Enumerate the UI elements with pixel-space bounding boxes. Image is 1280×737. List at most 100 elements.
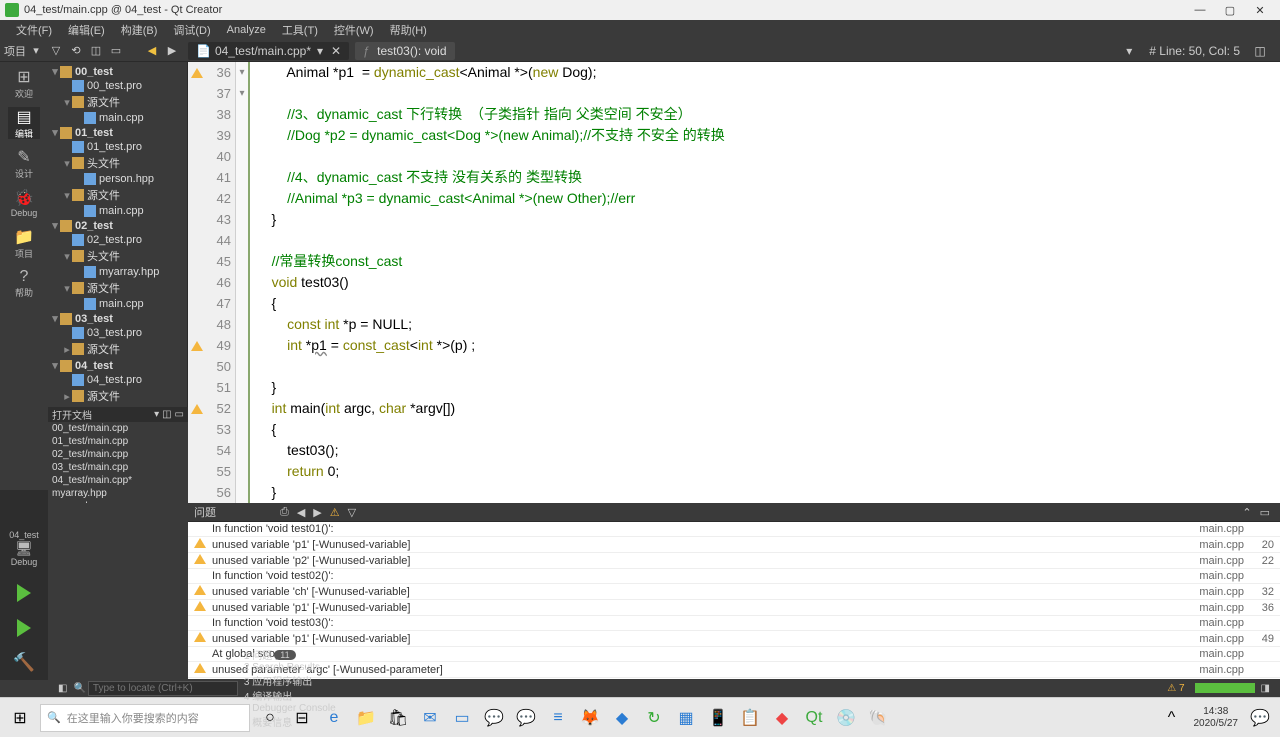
app-icon[interactable]: ◆ (766, 702, 798, 734)
open-docs-list[interactable]: 00_test/main.cpp01_test/main.cpp02_test/… (48, 422, 188, 503)
cortana-icon[interactable]: ○ (254, 702, 286, 734)
mode-编辑[interactable]: ▤编辑 (8, 107, 40, 139)
app-icon[interactable]: ▦ (670, 702, 702, 734)
mode-Debug[interactable]: 🐞Debug (8, 187, 40, 219)
dropdown-icon[interactable]: ▾ (27, 42, 45, 60)
app-icon[interactable]: ▭ (446, 702, 478, 734)
next-issue-icon[interactable]: ▶ (313, 506, 321, 519)
locator-input[interactable] (88, 681, 238, 696)
tree-item[interactable]: ▾源文件 (50, 186, 185, 204)
sync-icon[interactable]: ⟲ (67, 42, 85, 60)
status-tab[interactable]: 1 问题11 (244, 647, 336, 662)
open-doc[interactable]: person.hpp (48, 500, 188, 503)
tree-item[interactable]: myarray.hpp (50, 265, 185, 279)
open-doc[interactable]: 01_test/main.cpp (48, 435, 188, 448)
tree-item[interactable]: ▸源文件 (50, 387, 185, 405)
issue-row[interactable]: In function 'void test03()':main.cpp (188, 616, 1280, 631)
collapse-icon[interactable]: ⌃ (1242, 506, 1251, 519)
menu-item[interactable]: 构建(B) (113, 22, 166, 38)
issue-row[interactable]: unused variable 'ch' [-Wunused-variable]… (188, 584, 1280, 600)
notifications-icon[interactable]: 💬 (1244, 702, 1276, 734)
app-icon[interactable]: ↻ (638, 702, 670, 734)
warning-icon[interactable] (191, 404, 203, 414)
maximize-button[interactable]: ▢ (1215, 4, 1245, 17)
qtcreator-icon[interactable]: Qt (798, 702, 830, 734)
tree-item[interactable]: ▸源文件 (50, 340, 185, 358)
issues-tab[interactable]: 问题 (194, 504, 216, 520)
code-area[interactable]: Animal *p1 = dynamic_cast<Animal *>(new … (250, 62, 1280, 503)
project-tree[interactable]: ▾00_test00_test.pro▾源文件main.cpp▾01_test0… (48, 62, 187, 407)
issue-row[interactable]: In function 'void test02()':main.cpp (188, 569, 1280, 584)
nav-back-icon[interactable]: ◀ (143, 42, 161, 60)
minimize-button[interactable]: — (1185, 4, 1215, 16)
close-button[interactable]: ✕ (1245, 4, 1275, 17)
prev-issue-icon[interactable]: ◀ (297, 506, 305, 519)
fold-column[interactable]: ▾▾ (236, 62, 250, 503)
issue-row[interactable]: In function 'void test01()':main.cpp (188, 522, 1280, 537)
start-button[interactable]: ⊞ (4, 702, 36, 734)
filter-warn-icon[interactable]: ⚠ (330, 506, 340, 519)
menu-item[interactable]: 工具(T) (274, 22, 326, 38)
firefox-icon[interactable]: 🦊 (574, 702, 606, 734)
issues-panel[interactable]: In function 'void test01()':main.cpp unus… (188, 521, 1280, 679)
open-doc[interactable]: 04_test/main.cpp* (48, 474, 188, 487)
warning-icon[interactable] (191, 68, 203, 78)
status-tab[interactable]: 3 应用程序输出 (244, 673, 336, 688)
filter-icon[interactable]: ▽ (47, 42, 65, 60)
menu-item[interactable]: 帮助(H) (382, 22, 435, 38)
toolbar-menu-icon[interactable]: ▾ (1120, 42, 1138, 60)
warning-count[interactable]: ⚠ 7 (1167, 683, 1184, 694)
dropdown-icon[interactable]: ▾ (154, 409, 159, 420)
nav-forward-icon[interactable]: ▶ (163, 42, 181, 60)
store-icon[interactable]: 🛍 (382, 702, 414, 734)
tree-item[interactable]: 01_test.pro (50, 140, 185, 154)
tray-expand-icon[interactable]: ^ (1156, 702, 1188, 734)
file-tab-close-icon[interactable]: ✕ (331, 44, 341, 58)
mode-帮助[interactable]: ?帮助 (8, 267, 40, 299)
menu-item[interactable]: 调试(D) (165, 22, 218, 38)
tree-item[interactable]: person.hpp (50, 172, 185, 186)
symbol-breadcrumb[interactable]: ƒ test03(): void (355, 42, 454, 60)
open-doc[interactable]: 03_test/main.cpp (48, 461, 188, 474)
menu-item[interactable]: 文件(F) (8, 22, 60, 38)
tree-item[interactable]: ▾04_test (50, 358, 185, 373)
mode-项目[interactable]: 📁项目 (8, 227, 40, 259)
task-view-icon[interactable]: ⊟ (286, 702, 318, 734)
mode-欢迎[interactable]: ⊞欢迎 (8, 67, 40, 99)
project-combo[interactable]: 项目 (4, 43, 26, 59)
issue-row[interactable]: unused variable 'p1' [-Wunused-variable]… (188, 600, 1280, 616)
tree-item[interactable]: ▾头文件 (50, 247, 185, 265)
issue-row[interactable]: unused parameter 'argc' [-Wunused-parame… (188, 662, 1280, 678)
open-doc[interactable]: 02_test/main.cpp (48, 448, 188, 461)
open-doc[interactable]: 00_test/main.cpp (48, 422, 188, 435)
build-button[interactable]: 🔨 (10, 649, 38, 676)
app-icon[interactable]: ◆ (606, 702, 638, 734)
open-doc[interactable]: myarray.hpp (48, 487, 188, 500)
tree-item[interactable]: ▾03_test (50, 311, 185, 326)
app-icon[interactable]: 💿 (830, 702, 862, 734)
explorer-icon[interactable]: 📁 (350, 702, 382, 734)
issue-row[interactable]: unused variable 'p2' [-Wunused-variable]… (188, 553, 1280, 569)
clear-icon[interactable]: ⎙ (280, 506, 289, 519)
line-gutter[interactable]: 3637383940414243444546474849505152535455… (206, 62, 236, 503)
run-target[interactable]: 04_test 🖥 Debug (9, 530, 39, 567)
taskbar-search[interactable]: 🔍 在这里输入你要搜索的内容 (40, 704, 250, 732)
menu-item[interactable]: Analyze (219, 24, 274, 36)
file-dropdown-icon[interactable]: ▾ (317, 44, 323, 58)
warning-icon[interactable] (191, 341, 203, 351)
split-icon[interactable]: ◫ (87, 42, 105, 60)
run-button[interactable] (10, 579, 38, 606)
menu-item[interactable]: 编辑(E) (60, 22, 113, 38)
filter-icon[interactable]: ▽ (348, 506, 356, 519)
tree-item[interactable]: ▾头文件 (50, 154, 185, 172)
issue-row[interactable]: unused variable 'p1' [-Wunused-variable]… (188, 631, 1280, 647)
app-icon[interactable]: 📱 (702, 702, 734, 734)
code-editor[interactable]: 3637383940414243444546474849505152535455… (188, 62, 1280, 503)
vscode-icon[interactable]: ≡ (542, 702, 574, 734)
close-issues-icon[interactable]: ▭ (1260, 506, 1270, 519)
split-editor-icon[interactable]: ◫ (1251, 42, 1269, 60)
close-panel-icon[interactable]: ▭ (107, 42, 125, 60)
close-icon[interactable]: ▭ (175, 409, 184, 420)
tree-item[interactable]: ▾源文件 (50, 279, 185, 297)
app-icon[interactable]: 📋 (734, 702, 766, 734)
